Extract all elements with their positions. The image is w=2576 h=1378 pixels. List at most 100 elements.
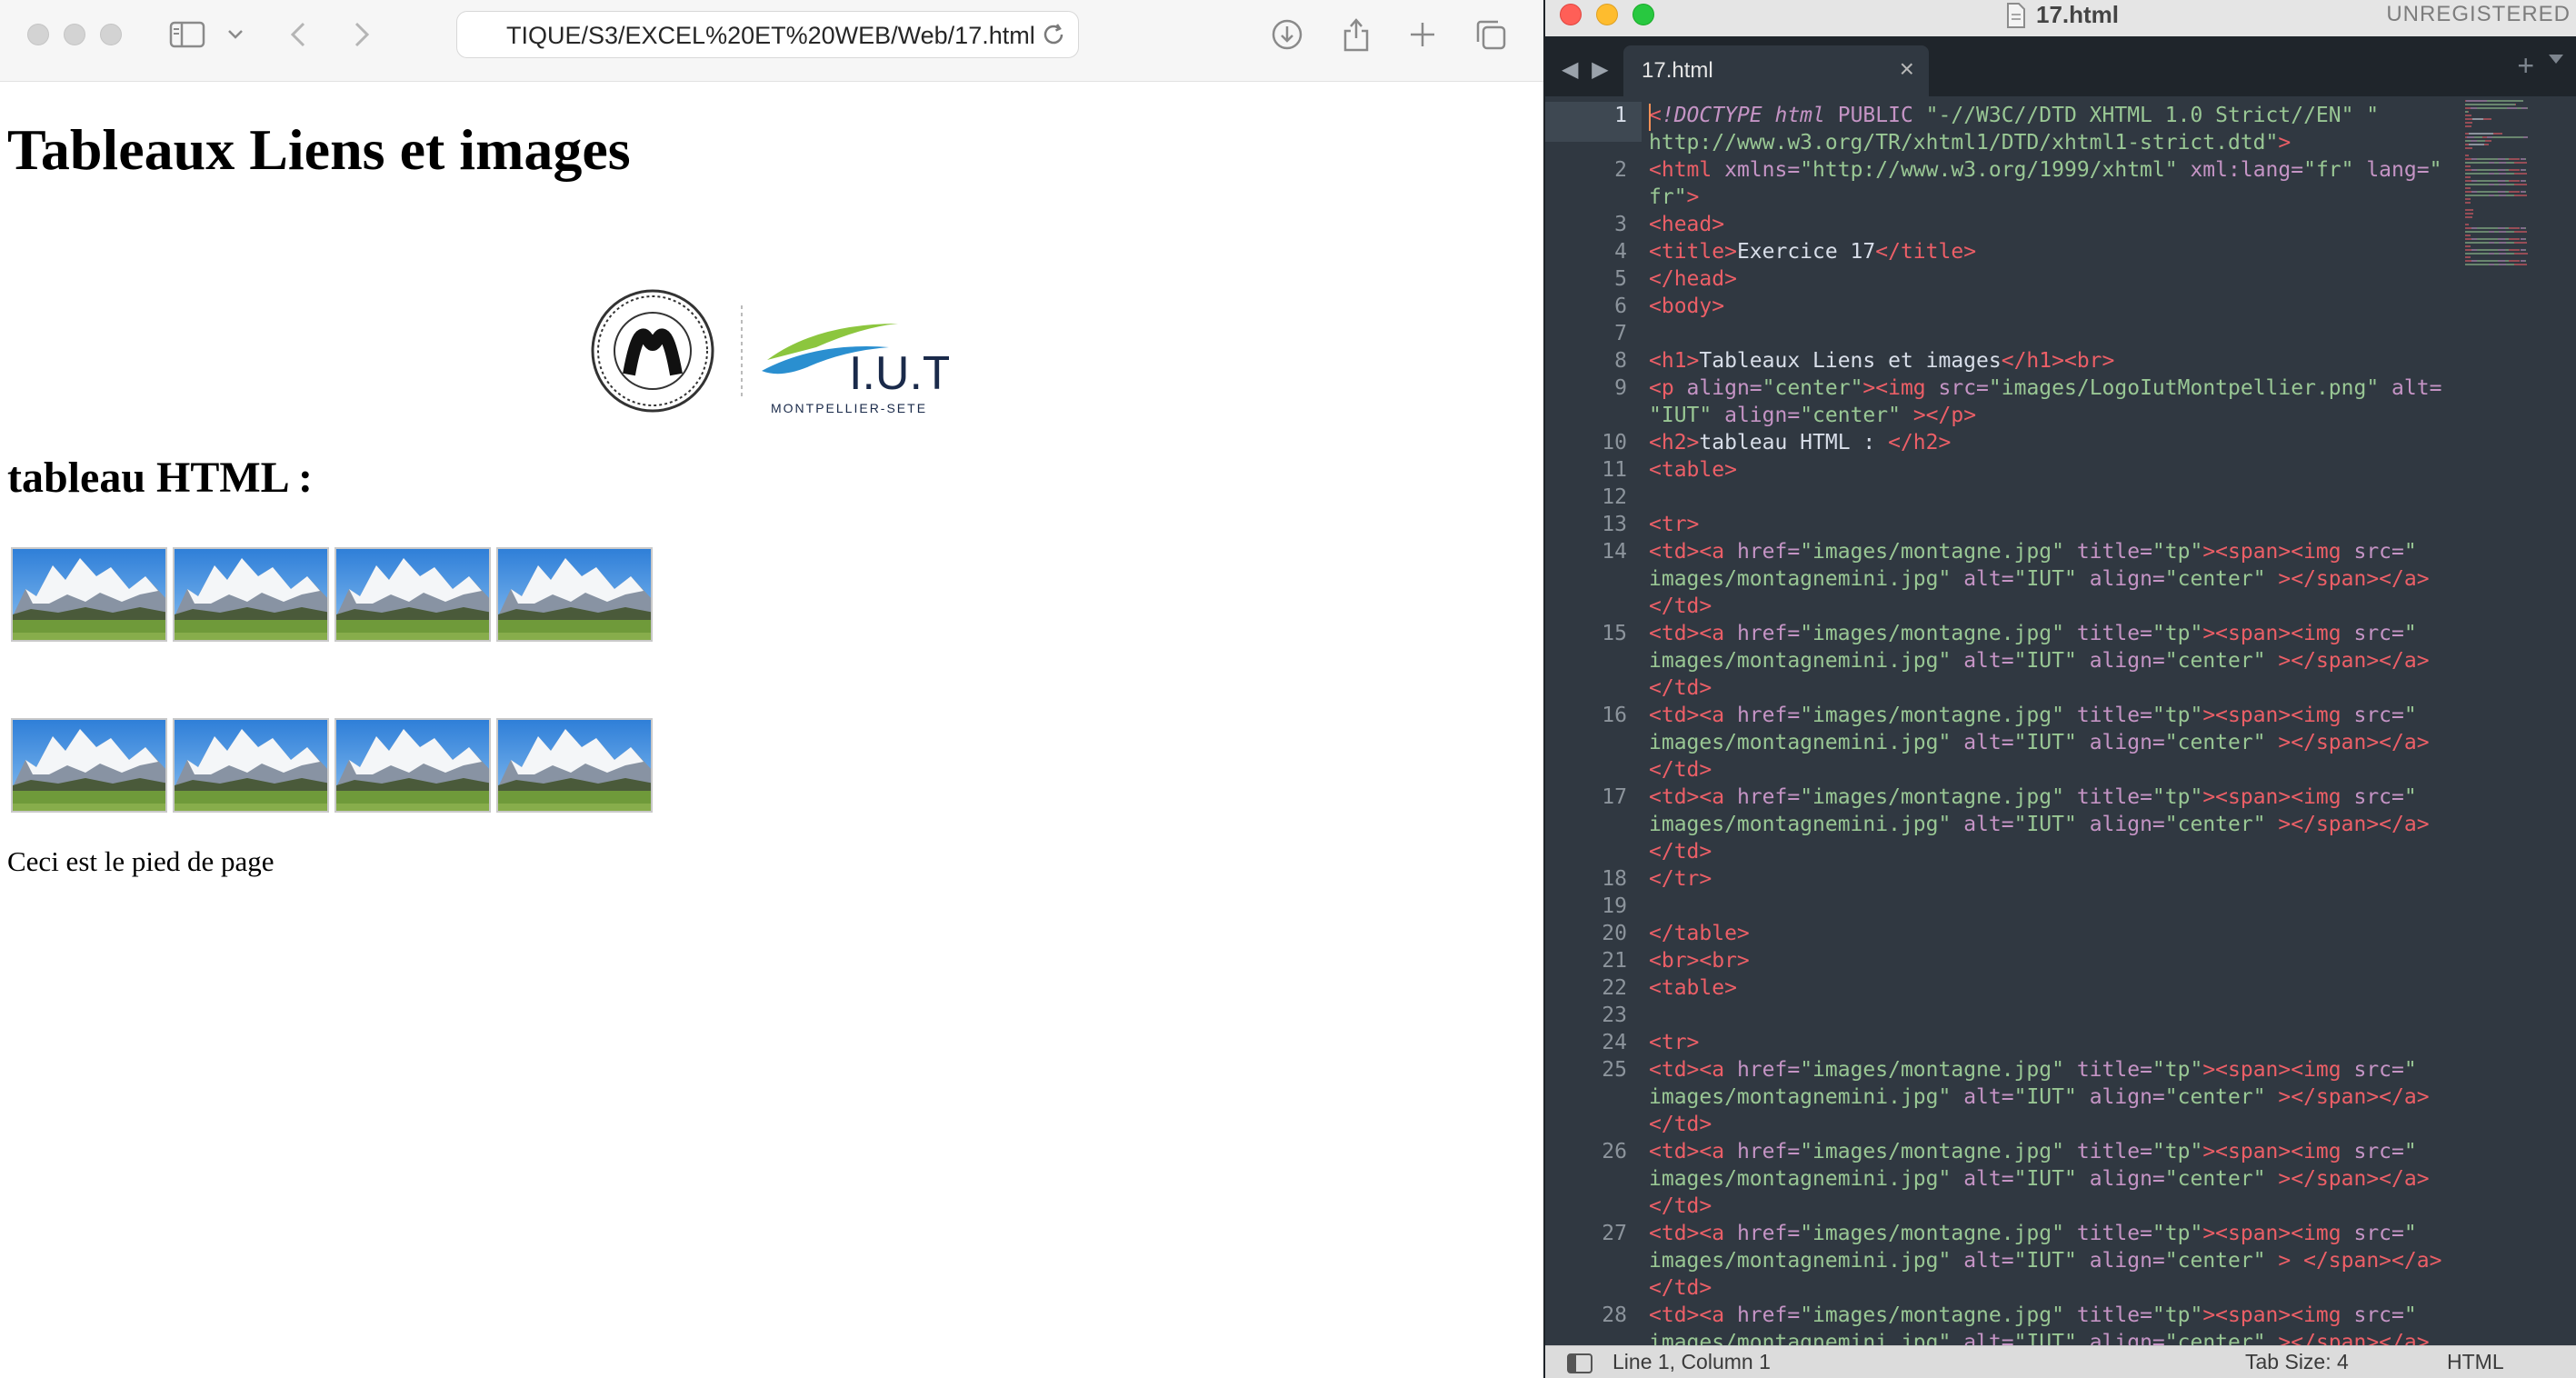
window-close-button[interactable] — [27, 24, 49, 45]
code-line[interactable]: <td><a href="images/montagne.jpg" title=… — [1649, 785, 2417, 809]
code-line[interactable]: fr"> — [1649, 185, 1699, 209]
tab-overview-icon[interactable] — [1474, 15, 1507, 55]
code-line[interactable]: <!DOCTYPE html PUBLIC "-//W3C//DTD XHTML… — [1649, 104, 2379, 127]
code-line[interactable]: <td><a href="images/montagne.jpg" title=… — [1649, 704, 2417, 727]
mountain-thumbnail-link[interactable] — [334, 718, 491, 813]
code-editor[interactable]: 1 2 3 4 5 6 7 8 9 10 11 12 13 14 15 16 17 18 19 20 21 22 23 24 2… — [1545, 96, 2576, 1345]
minimap[interactable] — [2465, 100, 2565, 318]
mountain-thumbnail-link[interactable] — [173, 547, 329, 642]
code-line[interactable]: </tr> — [1649, 867, 1712, 891]
code-line[interactable]: <td><a href="images/montagne.jpg" title=… — [1649, 1058, 2417, 1082]
tab-size-selector[interactable]: Tab Size: 4 — [2245, 1350, 2349, 1374]
line-number: 16 — [1602, 704, 1627, 727]
mountain-thumbnail-link[interactable] — [496, 547, 653, 642]
minimap-segment — [2506, 253, 2514, 255]
syntax-selector[interactable]: HTML — [2447, 1350, 2504, 1374]
panel-toggle-icon[interactable] — [1567, 1353, 1593, 1378]
code-token: align= — [2076, 1085, 2165, 1109]
code-line[interactable]: <head> — [1649, 213, 1724, 236]
code-line[interactable]: <html xmlns="http://www.w3.org/1999/xhtm… — [1649, 158, 2441, 182]
code-token: <td><a — [1649, 622, 1725, 645]
url-text[interactable]: TIQUE/S3/EXCEL%20ET%20WEB/Web/17.html — [506, 22, 1035, 50]
browser-window: TIQUE/S3/EXCEL%20ET%20WEB/Web/17.html Ta… — [0, 0, 1543, 1378]
code-line[interactable]: images/montagnemini.jpg" alt="IUT" align… — [1649, 1331, 2430, 1345]
code-token: ></span></a> — [2265, 1167, 2430, 1191]
sidebar-toggle-icon[interactable] — [169, 15, 205, 55]
window-zoom-button[interactable] — [100, 24, 122, 45]
mountain-thumbnail-image — [336, 549, 489, 640]
code-token: " — [2403, 622, 2417, 645]
code-line[interactable]: <body> — [1649, 295, 1724, 318]
code-line[interactable]: <td><a href="images/montagne.jpg" title=… — [1649, 540, 2417, 564]
code-line[interactable]: <title>Exercice 17</title> — [1649, 240, 1976, 264]
code-line[interactable]: <td><a href="images/montagne.jpg" title=… — [1649, 622, 2417, 645]
code-token: "center" — [2164, 1085, 2266, 1109]
code-line[interactable]: http://www.w3.org/TR/xhtml1/DTD/xhtml1-s… — [1649, 131, 2291, 155]
code-line[interactable]: </td> — [1649, 594, 1712, 618]
new-tab-icon[interactable]: + — [2517, 49, 2534, 83]
code-line[interactable]: </head> — [1649, 267, 1737, 291]
minimize-window-button[interactable] — [1596, 4, 1618, 25]
minimap-segment — [2471, 249, 2478, 251]
minimap-segment — [2471, 238, 2478, 240]
code-line[interactable]: images/montagnemini.jpg" alt="IUT" align… — [1649, 1167, 2430, 1191]
tab-close-icon[interactable]: × — [1900, 55, 1914, 84]
mountain-thumbnail-link[interactable] — [496, 718, 653, 813]
code-line[interactable]: "IUT" align="center" ></p> — [1649, 404, 1976, 427]
code-token: <tr> — [1649, 513, 1700, 536]
tab-navigation-arrows-icon[interactable]: ◀ ▶ — [1562, 56, 1612, 83]
code-line[interactable]: images/montagnemini.jpg" alt="IUT" align… — [1649, 567, 2430, 591]
minimap-segment — [2470, 107, 2478, 109]
code-line[interactable]: <p align="center"><img src="images/LogoI… — [1649, 376, 2441, 400]
code-line[interactable]: <table> — [1649, 976, 1737, 1000]
close-window-button[interactable] — [1560, 4, 1582, 25]
code-line[interactable]: images/montagnemini.jpg" alt="IUT" align… — [1649, 1085, 2430, 1109]
code-line[interactable]: </td> — [1649, 758, 1712, 782]
code-line[interactable]: </td> — [1649, 676, 1712, 700]
code-line[interactable]: </td> — [1649, 1113, 1712, 1136]
mountain-thumbnail-link[interactable] — [173, 718, 329, 813]
code-line[interactable]: images/montagnemini.jpg" alt="IUT" align… — [1649, 813, 2430, 836]
code-line[interactable]: <tr> — [1649, 1031, 1699, 1054]
code-line[interactable]: <td><a href="images/montagne.jpg" title=… — [1649, 1303, 2417, 1327]
new-tab-plus-icon[interactable] — [1409, 15, 1436, 55]
code-line[interactable]: <h2>tableau HTML : </h2> — [1649, 431, 1951, 454]
code-token: "IUT" — [2013, 1167, 2077, 1191]
zoom-window-button[interactable] — [1632, 4, 1654, 25]
mountain-thumbnail-link[interactable] — [334, 547, 491, 642]
minimap-segment — [2525, 260, 2527, 262]
code-line[interactable]: </table> — [1649, 922, 1750, 945]
minimap-segment — [2465, 165, 2471, 167]
code-token: "images/LogoIutMontpellier.png" — [1988, 376, 2380, 400]
mountain-thumbnail-link[interactable] — [11, 547, 167, 642]
code-token: src= — [2341, 1140, 2404, 1163]
code-line[interactable]: images/montagnemini.jpg" alt="IUT" align… — [1649, 1249, 2441, 1273]
code-token: <tr> — [1649, 1031, 1700, 1054]
window-minimize-button[interactable] — [64, 24, 85, 45]
code-line[interactable]: images/montagnemini.jpg" alt="IUT" align… — [1649, 649, 2430, 673]
code-line[interactable]: <h1>Tableaux Liens et images</h1><br> — [1649, 349, 2114, 373]
code-line[interactable]: <tr> — [1649, 513, 1699, 536]
code-line[interactable]: <td><a href="images/montagne.jpg" title=… — [1649, 1222, 2417, 1245]
reload-icon[interactable] — [1038, 19, 1069, 55]
code-token: " — [2403, 785, 2417, 809]
code-line[interactable]: </td> — [1649, 1194, 1712, 1218]
minimap-segment — [2525, 238, 2527, 240]
code-token: </td> — [1649, 594, 1712, 618]
share-icon[interactable] — [1342, 15, 1371, 55]
mountain-thumbnail-link[interactable] — [11, 718, 167, 813]
code-line[interactable]: </td> — [1649, 1276, 1712, 1300]
code-line[interactable]: <td><a href="images/montagne.jpg" title=… — [1649, 1140, 2417, 1163]
forward-button-icon[interactable] — [353, 15, 371, 55]
minimap-segment — [2477, 169, 2499, 171]
tab-menu-chevron-down-icon[interactable] — [2547, 53, 2565, 70]
back-button-icon[interactable] — [289, 15, 307, 55]
code-line[interactable]: <table> — [1649, 458, 1737, 482]
address-bar[interactable]: TIQUE/S3/EXCEL%20ET%20WEB/Web/17.html — [456, 11, 1079, 58]
chevron-down-icon[interactable] — [227, 15, 244, 55]
code-line[interactable]: <br><br> — [1649, 949, 1750, 973]
download-icon[interactable] — [1271, 15, 1303, 55]
tab-17-html[interactable]: 17.html × — [1623, 45, 1929, 96]
code-line[interactable]: images/montagnemini.jpg" alt="IUT" align… — [1649, 731, 2430, 754]
code-line[interactable]: </td> — [1649, 840, 1712, 864]
